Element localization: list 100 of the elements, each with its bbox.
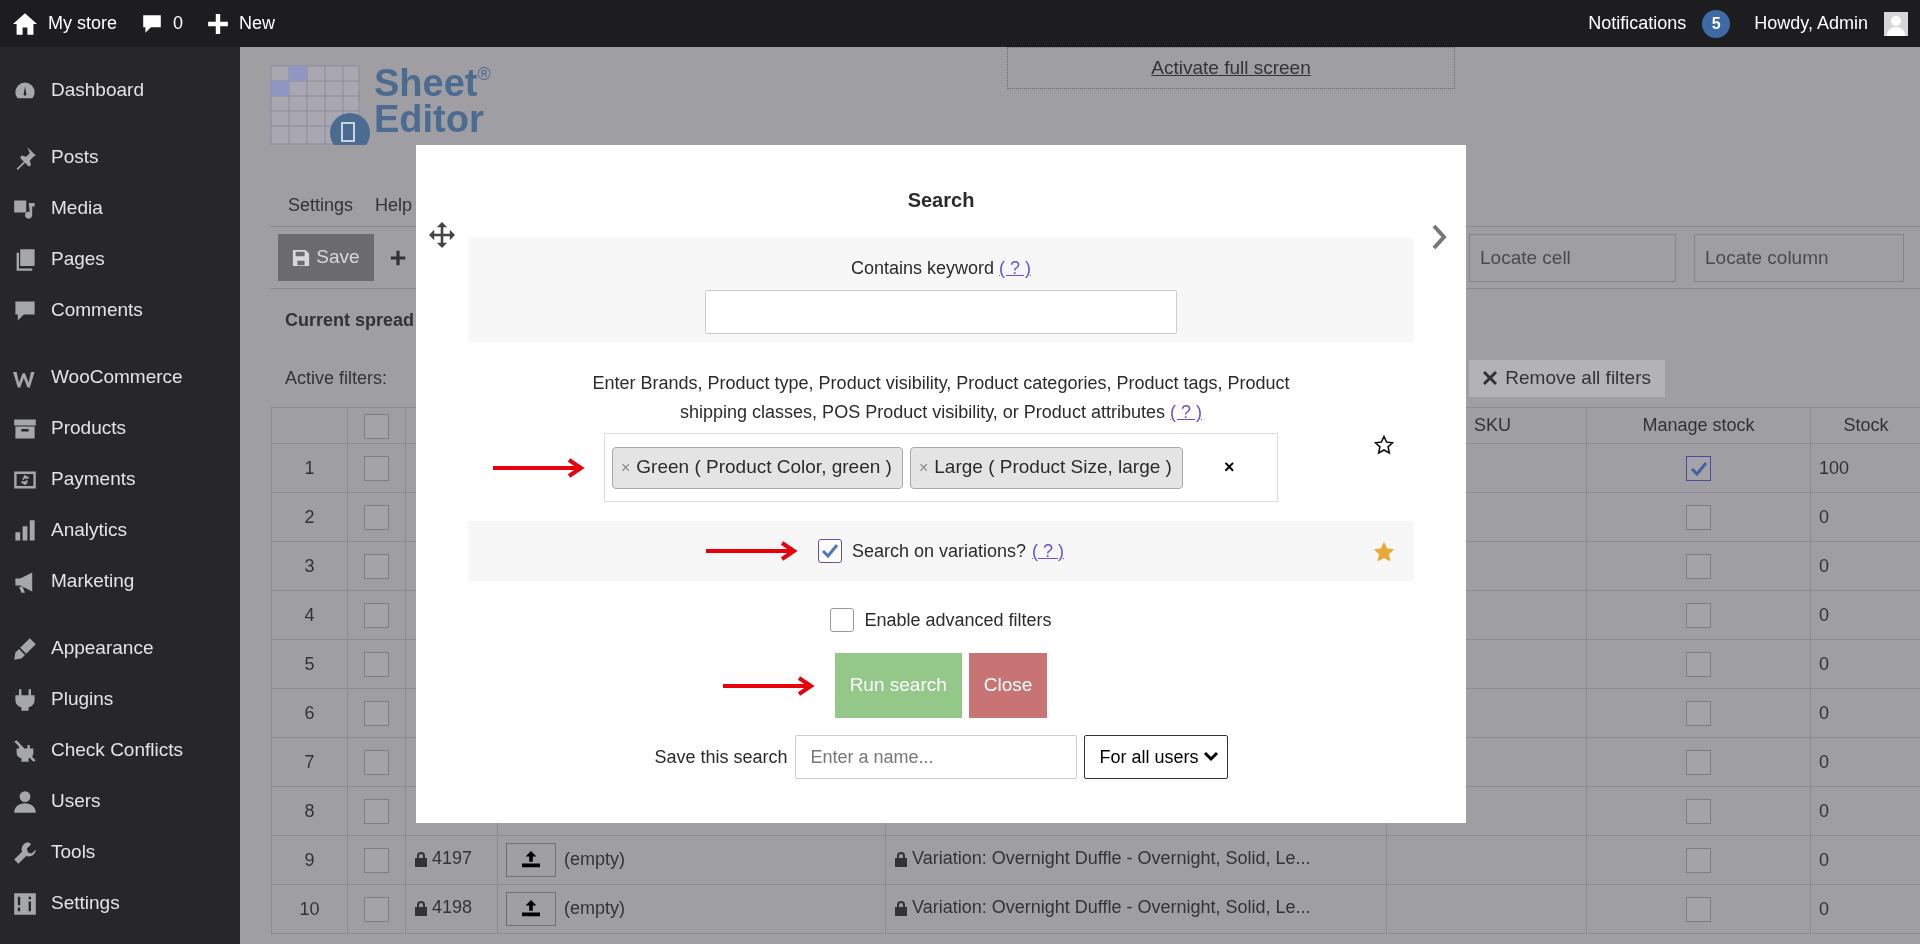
stock-cell: 100 (1819, 457, 1850, 478)
row-checkbox[interactable] (1686, 848, 1711, 874)
sidebar-item[interactable]: Users (0, 776, 240, 827)
filter-token[interactable]: × Large ( Product Size, large ) (909, 446, 1183, 489)
sidebar-item[interactable]: Media (0, 183, 240, 234)
speech-bubble-icon (13, 298, 37, 323)
title-cell-text: Variation: Overnight Duffle - Overnight, Solid, Le... (912, 847, 1311, 871)
sidebar-item[interactable]: Posts (0, 132, 240, 183)
save-button[interactable]: Save (278, 234, 374, 281)
scope-dropdown[interactable]: For all users (1083, 735, 1228, 779)
row-number: 7 (304, 751, 315, 772)
sidebar-item[interactable]: Pages (0, 234, 240, 285)
keyword-field[interactable] (705, 290, 1177, 334)
spreadsheet-heading: Current spread (285, 309, 415, 332)
upload-button[interactable] (506, 892, 556, 926)
row-checkbox[interactable] (364, 554, 389, 580)
row-checkbox[interactable] (364, 603, 389, 629)
variations-label: Search on variations? (851, 539, 1027, 563)
row-checkbox[interactable] (364, 701, 389, 727)
image-cell: (empty) (564, 897, 625, 918)
avatar-icon (1884, 11, 1908, 36)
fullscreen-link[interactable]: Activate full screen (1151, 53, 1311, 83)
add-link[interactable] (390, 249, 406, 266)
lock-icon (414, 899, 428, 916)
sidebar-item[interactable]: Dashboard (0, 65, 240, 116)
upload-button[interactable] (506, 843, 556, 877)
row-checkbox[interactable] (1686, 799, 1711, 825)
speech-bubble-icon (141, 12, 163, 35)
locate-cell-field[interactable]: Locate cell (1469, 233, 1676, 282)
help-link[interactable]: ( ? ) (1169, 402, 1202, 422)
new-link[interactable]: New (207, 10, 276, 37)
row-checkbox[interactable] (364, 456, 389, 482)
product-id: 4198 (432, 896, 473, 920)
row-checkbox[interactable] (1686, 750, 1711, 776)
row-checkbox[interactable] (1686, 456, 1711, 482)
sidebar-item[interactable]: Settings (0, 878, 240, 929)
star-icon[interactable] (1374, 541, 1394, 562)
variations-checkbox[interactable] (817, 539, 842, 563)
move-icon (429, 222, 455, 249)
bar-chart-icon (13, 518, 37, 543)
row-checkbox[interactable] (364, 652, 389, 678)
sidebar-item[interactable]: Tools (0, 827, 240, 878)
comments-link[interactable]: 0 (141, 10, 184, 37)
sidebar-item[interactable]: Comments (0, 285, 240, 336)
row-checkbox[interactable] (1686, 652, 1711, 678)
caret-icon (1202, 751, 1219, 763)
row-checkbox[interactable] (1686, 505, 1711, 531)
stock-cell: 0 (1819, 653, 1829, 674)
help-link[interactable]: ( ? ) (1032, 537, 1065, 565)
chevron-right-icon (1431, 224, 1449, 251)
row-checkbox[interactable] (1686, 701, 1711, 727)
account-link[interactable]: Howdy, Admin (1754, 10, 1868, 37)
row-checkbox[interactable] (1686, 897, 1711, 923)
star-icon[interactable] (1374, 435, 1394, 455)
site-link[interactable]: My store (12, 10, 117, 37)
taxonomy-label: Enter Brands, Product type, Product visibility, Product categories, Product tags, Product shipping classes, POS Product visibility, or Product attributes ( ? ) (591, 372, 1291, 424)
row-checkbox[interactable] (364, 848, 389, 874)
stock-cell: 0 (1819, 604, 1829, 625)
menu-link[interactable]: Help (375, 192, 413, 219)
row-number: 2 (304, 506, 315, 527)
active-filters-label: Active filters: (285, 366, 388, 390)
row-checkbox[interactable] (364, 750, 389, 776)
column-header: SKU (1474, 415, 1511, 435)
sidebar-item[interactable]: Check Conflicts (0, 725, 240, 776)
row-checkbox[interactable] (1686, 554, 1711, 580)
row-checkbox[interactable] (364, 897, 389, 923)
filter-token[interactable]: × Green ( Product Color, green ) (612, 446, 903, 489)
row-checkbox[interactable] (364, 413, 389, 439)
sidebar-item[interactable]: Appearance (0, 623, 240, 674)
person-icon (13, 789, 37, 814)
sidebar-item[interactable]: Analytics (0, 505, 240, 556)
notification-count: 5 (1702, 9, 1731, 38)
help-link[interactable]: ( ? ) (999, 258, 1032, 278)
sidebar-item[interactable]: Payments (0, 454, 240, 505)
plug-icon (13, 687, 37, 712)
row-checkbox[interactable] (364, 505, 389, 531)
remove-filters-button[interactable]: Remove all filters (1469, 359, 1665, 397)
stock-cell: 0 (1819, 898, 1829, 919)
advanced-filters-label: Enable advanced filters (864, 608, 1052, 632)
row-checkbox[interactable] (1686, 603, 1711, 629)
menu-link[interactable]: Settings (288, 192, 354, 219)
plus-icon (390, 249, 406, 266)
search-name-field[interactable]: Enter a name... (794, 735, 1077, 779)
check-icon (1689, 460, 1708, 477)
advanced-filters-checkbox[interactable] (830, 608, 855, 632)
stock-cell: 0 (1819, 555, 1829, 576)
locate-column-field[interactable]: Locate column (1694, 233, 1904, 282)
clear-tokens-button[interactable]: × (1217, 453, 1241, 482)
upload-icon (521, 851, 541, 869)
registered-mark: ® (477, 65, 491, 84)
sidebar-item[interactable]: Marketing (0, 556, 240, 607)
notifications-link[interactable]: Notifications (1588, 10, 1687, 37)
sidebar-item[interactable]: WooCommerce (0, 352, 240, 403)
save-search-label: Save this search (654, 745, 788, 769)
sidebar-item[interactable]: Products (0, 403, 240, 454)
row-checkbox[interactable] (364, 799, 389, 825)
logo-text: Editor (374, 101, 485, 137)
row-number: 1 (304, 457, 315, 478)
keyword-label: Contains keyword (850, 258, 994, 278)
sidebar-item[interactable]: Plugins (0, 674, 240, 725)
